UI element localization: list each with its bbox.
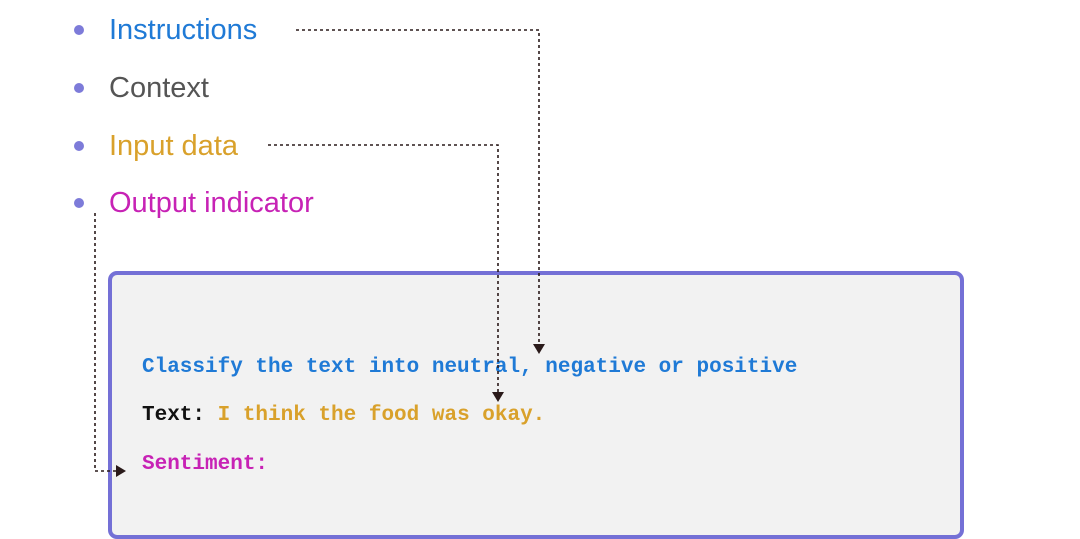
prompt-instruction-line: Classify the text into neutral, negative… bbox=[142, 356, 798, 379]
legend-item-context: Context bbox=[74, 70, 209, 106]
legend-item-input-data: Input data bbox=[74, 128, 238, 164]
prompt-output-indicator-line: Sentiment: bbox=[142, 453, 269, 476]
legend-label-instructions: Instructions bbox=[109, 14, 258, 46]
bullet-icon bbox=[74, 198, 84, 208]
legend-item-output-indicator: Output indicator bbox=[74, 185, 314, 221]
legend-label-input-data: Input data bbox=[109, 130, 238, 162]
bullet-icon bbox=[74, 141, 84, 151]
bullet-icon bbox=[74, 25, 84, 35]
legend-label-context: Context bbox=[109, 72, 209, 104]
prompt-input-line: Text: I think the food was okay. bbox=[142, 403, 545, 429]
legend-label-output-indicator: Output indicator bbox=[109, 187, 314, 219]
prompt-input-value: I think the food was okay. bbox=[217, 404, 546, 427]
prompt-input-prefix: Text: bbox=[142, 404, 218, 427]
prompt-elements-legend: Instructions Context Input data Output i… bbox=[0, 0, 1080, 240]
legend-item-instructions: Instructions bbox=[74, 12, 257, 48]
bullet-icon bbox=[74, 83, 84, 93]
